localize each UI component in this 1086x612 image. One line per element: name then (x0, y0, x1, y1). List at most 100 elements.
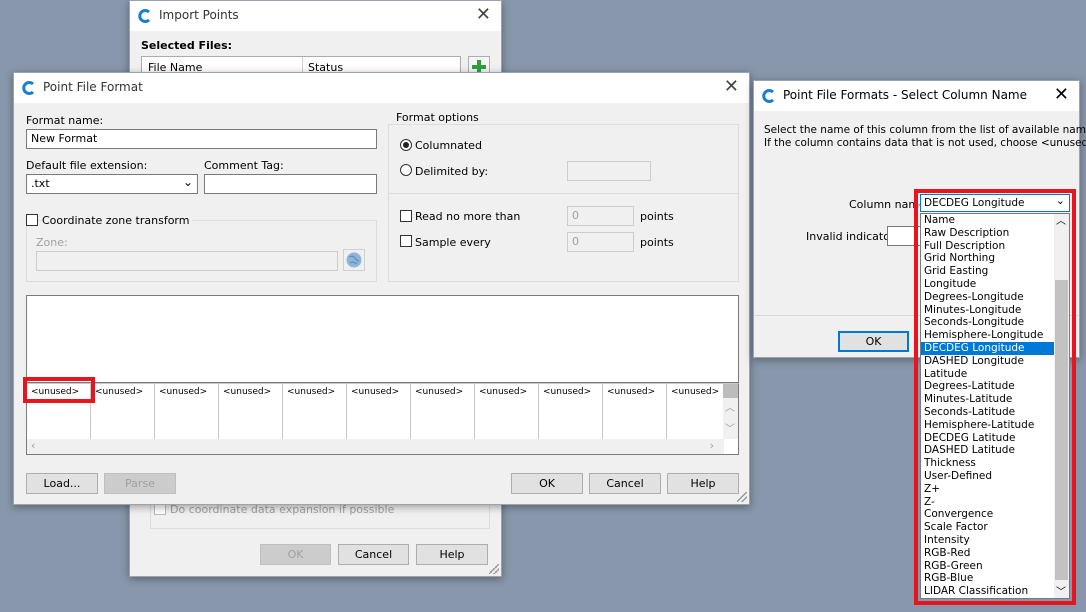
scroll-left-icon[interactable]: ‹ (31, 439, 35, 452)
select-ok-button[interactable]: OK (838, 331, 909, 352)
column-header-7[interactable]: <unused> (411, 384, 475, 439)
read-no-more-input[interactable]: 0 (567, 206, 634, 226)
scroll-down-icon[interactable]: ﹀ (1056, 583, 1066, 598)
delimited-radio[interactable] (400, 164, 412, 176)
columnated-radio[interactable] (400, 139, 412, 151)
scroll-up-icon[interactable]: ︿ (725, 399, 735, 414)
load-button[interactable]: Load... (26, 473, 98, 494)
format-name-label: Format name: (26, 114, 104, 127)
column-header-10[interactable]: <unused> (603, 384, 667, 439)
sample-every-input[interactable]: 0 (567, 232, 634, 252)
column-header-9[interactable]: <unused> (539, 384, 603, 439)
format-options-label: Format options (396, 111, 479, 124)
column-option[interactable]: DECDEG Latitude (921, 432, 1055, 445)
horizontal-scrollbar[interactable]: ‹ › (27, 439, 724, 454)
listbox-scrollbar[interactable]: ︿ ﹀ (1054, 214, 1069, 598)
import-points-titlebar: Import Points ✕ (130, 1, 501, 31)
default-extension-label: Default file extension: (26, 159, 148, 172)
sample-every-checkbox[interactable] (400, 235, 412, 247)
import-cancel-button[interactable]: Cancel (338, 544, 409, 565)
sample-every-unit: points (640, 236, 674, 249)
column-header-8[interactable]: <unused> (475, 384, 539, 439)
default-extension-select[interactable]: .txt ⌄ (26, 174, 198, 194)
close-icon[interactable]: ✕ (724, 76, 739, 98)
scroll-right-icon[interactable]: › (710, 439, 714, 452)
comment-tag-input[interactable] (204, 174, 377, 194)
close-icon[interactable]: ✕ (1054, 84, 1069, 106)
column-option[interactable]: DASHED Latitude (921, 444, 1055, 457)
parse-button[interactable]: Parse (104, 473, 176, 494)
column-option[interactable]: Grid Easting (921, 265, 1055, 278)
column-option[interactable]: Hemisphere-Longitude (921, 329, 1055, 342)
column-header-label: <unused> (95, 387, 144, 397)
column-option[interactable]: Minutes-Longitude (921, 304, 1055, 317)
column-option[interactable]: Z+ (921, 483, 1055, 496)
first-column-highlight (23, 377, 95, 403)
resize-grip[interactable] (489, 564, 499, 574)
column-header-2[interactable]: <unused> (91, 384, 155, 439)
column-header-label: <unused> (671, 387, 720, 397)
instruction-line-2: If the column contains data that is not … (764, 137, 1086, 149)
column-option[interactable]: LIDAR Classification (921, 585, 1055, 598)
column-option[interactable]: Scale Factor (921, 521, 1055, 534)
column-option[interactable]: Hemisphere-Latitude (921, 419, 1055, 432)
column-name-listbox[interactable]: Name Raw Description Full Description Grid … (920, 213, 1070, 599)
column-option[interactable]: Degrees-Latitude (921, 380, 1055, 393)
delimiter-input[interactable] (567, 161, 651, 181)
column-grid[interactable]: <unused> <unused> <unused> <unused> <unused>… (26, 383, 739, 455)
column-option[interactable]: Thickness (921, 457, 1055, 470)
column-strip: <unused> <unused> <unused> <unused> <unused>… (27, 384, 724, 439)
column-header-6[interactable]: <unused> (347, 384, 411, 439)
zone-label: Zone: (36, 236, 68, 249)
civil3d-app-icon (138, 9, 151, 23)
format-ok-button[interactable]: OK (511, 473, 583, 494)
column-option[interactable]: Intensity (921, 534, 1055, 547)
import-ok-button[interactable]: OK (260, 544, 331, 565)
column-name-select[interactable]: DECDEG Longitude ⌄ (920, 194, 1070, 212)
column-option[interactable]: RGB-Blue (921, 572, 1055, 585)
scroll-up-icon[interactable]: ︿ (1056, 214, 1066, 227)
column-header-label: <unused> (351, 387, 400, 397)
column-option[interactable]: User-Defined (921, 470, 1055, 483)
column-option[interactable]: RGB-Green (921, 560, 1055, 573)
column-option[interactable]: Degrees-Longitude (921, 291, 1055, 304)
column-header-3[interactable]: <unused> (155, 384, 219, 439)
vertical-scrollbar[interactable]: ︿ ﹀ (723, 384, 738, 439)
column-header-11[interactable]: <unused> (667, 384, 724, 439)
column-option[interactable]: DASHED Longitude (921, 355, 1055, 368)
read-no-more-unit: points (640, 210, 674, 223)
coordinate-zone-checkbox[interactable] (26, 214, 38, 226)
format-name-input[interactable]: New Format (26, 129, 377, 149)
column-header-4[interactable]: <unused> (219, 384, 283, 439)
zone-input[interactable] (36, 251, 338, 271)
preview-area[interactable] (26, 295, 739, 383)
sample-every-label: Sample every (415, 236, 491, 249)
column-option[interactable]: Full Description (921, 240, 1055, 253)
format-help-button[interactable]: Help (667, 473, 739, 494)
column-option[interactable]: Minutes-Latitude (921, 393, 1055, 406)
column-header-label: <unused> (223, 387, 272, 397)
resize-grip[interactable] (737, 492, 747, 502)
close-icon[interactable]: ✕ (476, 4, 491, 26)
listbox-scroll-thumb[interactable] (1055, 280, 1068, 580)
column-option[interactable]: DECDEG Longitude (921, 341, 1055, 355)
import-help-button[interactable]: Help (416, 544, 488, 565)
column-option[interactable]: Seconds-Latitude (921, 406, 1055, 419)
point-file-format-titlebar: Point File Format ✕ (14, 73, 749, 103)
read-no-more-checkbox[interactable] (400, 210, 412, 222)
column-option[interactable]: Longitude (921, 278, 1055, 291)
column-option[interactable]: Z- (921, 496, 1055, 509)
zone-browse-button[interactable] (343, 249, 365, 271)
column-option[interactable]: Grid Northing (921, 252, 1055, 265)
column-option[interactable]: Raw Description (921, 227, 1055, 240)
select-column-titlebar: Point File Formats - Select Column Name … (754, 81, 1079, 111)
civil3d-app-icon (762, 89, 775, 103)
column-header-5[interactable]: <unused> (283, 384, 347, 439)
column-option[interactable]: Convergence (921, 508, 1055, 521)
column-option[interactable]: Seconds-Longitude (921, 316, 1055, 329)
format-cancel-button[interactable]: Cancel (589, 473, 661, 494)
column-option[interactable]: Latitude (921, 368, 1055, 381)
column-option[interactable]: Name (921, 214, 1055, 227)
scroll-down-icon[interactable]: ﹀ (725, 420, 735, 435)
column-option[interactable]: RGB-Red (921, 547, 1055, 560)
